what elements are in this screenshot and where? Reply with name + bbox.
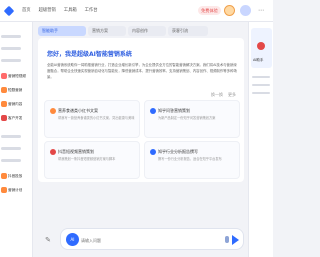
douyin-icon xyxy=(1,173,7,179)
sidebar-item[interactable] xyxy=(1,142,32,154)
top-bar: 首页 超级营销 工具箱 工作台 免费体验 ⋯ xyxy=(0,0,273,22)
prompt-card[interactable]: 营养食谱类小红书文案 帮我写一篇营养食谱类的小红书文案，突出健康与美味 xyxy=(44,100,140,138)
chat-input-box: AI xyxy=(60,228,244,250)
placeholder-bar xyxy=(1,134,21,138)
mic-icon[interactable] xyxy=(225,236,229,243)
sidebar-item-label: 抖音投放 xyxy=(8,173,23,178)
sidebar-item[interactable] xyxy=(1,130,32,142)
sidebar-item-content[interactable]: 营销内容 xyxy=(1,98,32,110)
welcome-panel: 您好，我是超级AI智能营销系统 全能AI营销系统助你一臂助推营销行业，打造企业增… xyxy=(38,38,244,182)
placeholder-bar xyxy=(1,46,21,50)
tab-plan[interactable]: 营销方案 xyxy=(88,26,126,36)
tab-assistant[interactable]: 智能助手 xyxy=(38,26,86,36)
card-description: 撰写一份行业分析报告，适合在知乎平台发布 xyxy=(158,157,222,161)
recipe-icon xyxy=(50,108,56,114)
main-area: 智能助手 营销方案 内容创作 获客引流 您好，我是超级AI智能营销系统 全能AI… xyxy=(38,22,244,257)
prompt-card[interactable]: 知乎行业分析报告撰写 撰写一份行业分析报告，适合在知乎平台发布 xyxy=(144,141,240,179)
sidebar-item[interactable] xyxy=(1,30,32,42)
nav-marketing[interactable]: 超级营销 xyxy=(39,7,56,13)
sidebar-item[interactable] xyxy=(1,154,32,166)
placeholder-bar xyxy=(1,34,21,38)
content-icon xyxy=(1,101,7,107)
avatar[interactable] xyxy=(240,5,251,16)
more-icon[interactable]: ⋯ xyxy=(255,5,267,17)
right-panel: AI助手 xyxy=(248,22,273,257)
sidebar-item-douyin[interactable]: 抖音投放 xyxy=(1,170,32,182)
nav-toolbox[interactable]: 工具箱 xyxy=(64,7,77,13)
tab-create[interactable]: 内容创作 xyxy=(128,26,166,36)
card-description: 帮我策划一条抖音短视频营销方案与脚本 xyxy=(58,157,116,161)
sidebar-item-label: 短剧营销 xyxy=(8,87,23,92)
zhihu-icon xyxy=(150,108,156,114)
assistant-label: AI助手 xyxy=(253,58,264,62)
sidebar-item-label: 营销计划 xyxy=(8,187,23,192)
assistant-icon xyxy=(257,42,265,50)
card-title: 营养食谱类小红书文案 xyxy=(58,108,98,113)
prompt-card[interactable]: 抖音短视频营销策划 帮我策划一条抖音短视频营销方案与脚本 xyxy=(44,141,140,179)
welcome-title: 您好，我是超级AI智能营销系统 xyxy=(47,51,132,58)
more-link[interactable]: 更多 xyxy=(228,92,236,98)
card-description: 帮我写一篇营养食谱类的小红书文案，突出健康与美味 xyxy=(58,116,135,120)
tab-acquire[interactable]: 获客引流 xyxy=(168,26,208,36)
card-title: 知乎问答营销策划 xyxy=(158,108,190,113)
placeholder-bar xyxy=(1,158,21,162)
sidebar-item-label: 营销内容 xyxy=(8,101,23,106)
sidebar-item-label: 客户开发 xyxy=(8,115,23,120)
sidebar-item-customer[interactable]: 客户开发 xyxy=(1,112,32,124)
nav-workbench[interactable]: 工作台 xyxy=(85,7,98,13)
report-icon xyxy=(150,149,156,155)
assistant-card[interactable]: AI助手 xyxy=(251,28,272,68)
card-title: 知乎行业分析报告撰写 xyxy=(158,149,198,154)
placeholder-line xyxy=(252,76,270,78)
sidebar-item-drama[interactable]: 短剧营销 xyxy=(1,84,32,96)
sidebar-item-label: 营销短视频 xyxy=(8,73,26,78)
sidebar-item-short-video[interactable]: 营销短视频 xyxy=(1,70,32,82)
card-description: 为新产品制定一份知乎问答营销策划方案 xyxy=(158,116,216,120)
sidebar-item[interactable] xyxy=(1,54,32,66)
sidebar-item-plan[interactable]: 营销计划 xyxy=(1,184,32,196)
welcome-description: 全能AI营销系统助你一臂助推营销行业，打造企业增长新引擎，为企业提供全方位的智能… xyxy=(47,63,237,79)
nav-home[interactable]: 首页 xyxy=(22,7,31,13)
trial-badge[interactable]: 免费体验 xyxy=(198,6,221,15)
customer-icon xyxy=(1,115,7,121)
sidebar-item[interactable] xyxy=(1,42,32,54)
prompt-card[interactable]: 知乎问答营销策划 为新产品制定一份知乎问答营销策划方案 xyxy=(144,100,240,138)
refresh-link[interactable]: 换一换 xyxy=(211,92,223,98)
top-nav: 首页 超级营销 工具箱 工作台 xyxy=(22,7,98,13)
vip-icon[interactable] xyxy=(224,5,235,16)
placeholder-bar xyxy=(1,58,21,62)
broom-icon[interactable]: ✎ xyxy=(42,234,54,246)
ai-icon[interactable]: AI xyxy=(66,233,79,246)
send-icon[interactable] xyxy=(232,235,239,245)
plan-icon xyxy=(1,187,7,193)
video-icon xyxy=(1,73,7,79)
tab-bar: 智能助手 营销方案 内容创作 获客引流 xyxy=(38,26,244,36)
sidebar: 营销短视频 短剧营销 营销内容 客户开发 抖音投放 营销计划 xyxy=(0,22,33,257)
refresh-row: 换一换 更多 xyxy=(211,92,236,98)
card-title: 抖音短视频营销策划 xyxy=(58,149,94,154)
placeholder-line xyxy=(252,84,270,86)
app-logo xyxy=(3,5,15,17)
placeholder-line xyxy=(252,92,270,94)
placeholder-bar xyxy=(1,146,21,150)
douyin-icon xyxy=(50,149,56,155)
chat-input[interactable] xyxy=(81,234,221,246)
drama-icon xyxy=(1,87,7,93)
